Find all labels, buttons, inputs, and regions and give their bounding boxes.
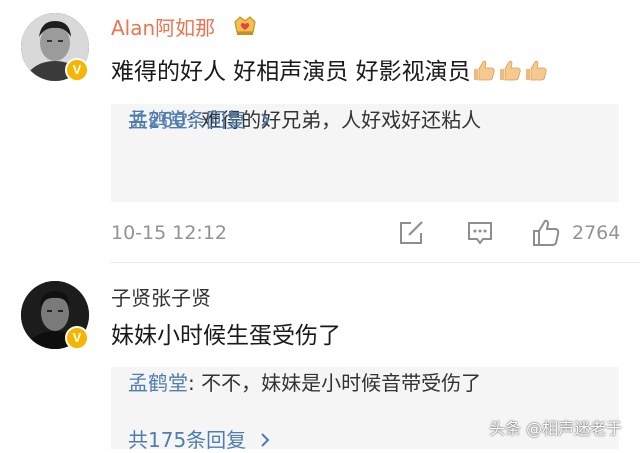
username[interactable]: 子贤张子贤 <box>111 282 211 311</box>
reply-count-label: 共260条回复 <box>128 108 247 132</box>
reply-author[interactable]: 孟鹤堂 <box>128 371 188 395</box>
chevron-right-icon <box>260 433 269 447</box>
divider <box>110 262 640 263</box>
reply-count-link[interactable]: 共260条回复 <box>128 104 271 133</box>
thumbs-up-icon <box>525 60 547 81</box>
comment-text: 妹妹小时候生蛋受伤了 <box>111 316 341 350</box>
comment-icon[interactable] <box>466 220 494 246</box>
watermark: 头条 @相声迷老于 <box>489 419 623 438</box>
comment-body: 难得的好人 好相声演员 好影视演员 <box>111 59 471 85</box>
comment-timestamp: 10-15 12:12 <box>111 222 228 244</box>
username[interactable]: Alan阿如那 <box>111 12 215 41</box>
reply-count-label: 共175条回复 <box>128 428 247 452</box>
chevron-right-icon <box>260 113 269 127</box>
crown-icon <box>234 16 256 35</box>
comment-body: 妹妹小时候生蛋受伤了 <box>111 323 341 349</box>
like-icon[interactable] <box>531 218 561 248</box>
thumbs-up-icon <box>473 60 495 81</box>
thumbs-up-icon <box>499 60 521 81</box>
verified-badge-icon: V <box>65 58 89 82</box>
repost-icon[interactable] <box>398 220 426 246</box>
like-count: 2764 <box>572 222 621 244</box>
emoji-group <box>471 58 549 88</box>
comment-text: 难得的好人 好相声演员 好影视演员 <box>111 52 549 88</box>
reply-line: 孟鹤堂: 不不，妹妹是小时候音带受伤了 <box>128 367 481 396</box>
verified-badge-icon: V <box>65 326 89 350</box>
reply-preview-box[interactable]: 孟鹤堂: 难得的好兄弟，人好戏好还粘人 共260条回复 <box>111 104 619 202</box>
reply-text: : 不不，妹妹是小时候音带受伤了 <box>188 371 482 395</box>
